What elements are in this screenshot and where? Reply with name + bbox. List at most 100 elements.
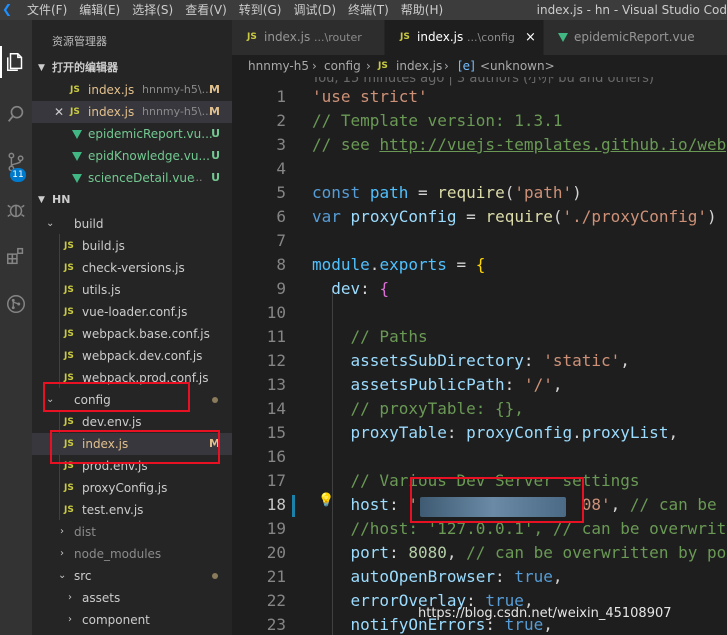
chevron-right-icon: › xyxy=(68,592,72,603)
code-line: // see http://vuejs-templates.github.io/… xyxy=(312,135,727,154)
chevron-right-icon: › xyxy=(366,59,371,73)
code-line: // proxyTable: {}, xyxy=(350,399,524,418)
line-number: 13 xyxy=(266,375,286,394)
menu-debug[interactable]: 调试(D) xyxy=(293,0,336,20)
symbol-icon: [e] xyxy=(458,59,475,73)
code-line: autoOpenBrowser: true, xyxy=(350,567,563,586)
breadcrumb-item[interactable]: config xyxy=(324,55,361,77)
line-number: 19 xyxy=(266,519,286,538)
js-file-icon: JS xyxy=(64,241,74,251)
file-name: build.js xyxy=(82,239,125,253)
menu-help[interactable]: 帮助(H) xyxy=(401,0,443,20)
folder-name: node_modules xyxy=(74,547,162,561)
open-editor-item[interactable]: scienceDetail.vue ... U xyxy=(32,167,232,189)
tree-folder-node-modules[interactable]: › node_modules xyxy=(32,543,232,565)
breadcrumb-item[interactable]: index.js xyxy=(396,55,442,77)
tree-folder-src[interactable]: ⌄ src xyxy=(32,565,232,587)
file-name: webpack.base.conf.js xyxy=(82,327,210,341)
vue-file-icon xyxy=(72,152,82,161)
menu-selection[interactable]: 选择(S) xyxy=(132,0,173,20)
tree-file[interactable]: JS webpack.base.conf.js xyxy=(32,323,232,345)
tab-close-icon[interactable]: × xyxy=(525,20,536,55)
explorer-title: 资源管理器 xyxy=(52,35,107,48)
tab-index-config[interactable]: JS index.js ...\config × xyxy=(385,20,544,55)
tree-file[interactable]: JS utils.js xyxy=(32,279,232,301)
vscode-logo-icon: ❮ xyxy=(1,2,13,16)
tree-folder-component[interactable]: › component xyxy=(32,609,232,631)
tab-epidemic-report[interactable]: epidemicReport.vue xyxy=(544,20,727,55)
explorer-icon[interactable] xyxy=(0,48,32,76)
tree-folder-build[interactable]: ⌄ build xyxy=(32,213,232,235)
tree-file[interactable]: JS proxyConfig.js xyxy=(32,477,232,499)
git-status: M xyxy=(209,105,220,118)
line-number: 16 xyxy=(266,447,286,466)
tree-folder-dist[interactable]: › dist xyxy=(32,521,232,543)
title-bar: ❮ 文件(F) 编辑(E) 选择(S) 查看(V) 转到(G) 调试(D) 终端… xyxy=(0,0,727,20)
tree-file[interactable]: JS test.env.js xyxy=(32,499,232,521)
line-number: 22 xyxy=(266,591,286,610)
open-editor-name: index.js xyxy=(88,105,135,119)
activity-bar: 11 xyxy=(0,20,32,635)
open-editor-desc: hnnmy-h5\... xyxy=(142,83,213,96)
close-icon[interactable]: ✕ xyxy=(54,101,64,123)
git-status: U xyxy=(211,149,220,162)
tree-folder-assets[interactable]: › assets xyxy=(32,587,232,609)
codelens-blame[interactable]: You, 15 minutes ago | 3 authors (小乔 bu a… xyxy=(312,77,654,86)
tree-file[interactable]: JS check-versions.js xyxy=(32,257,232,279)
extensions-icon[interactable] xyxy=(0,242,32,270)
debug-icon[interactable] xyxy=(0,196,32,224)
workspace-header[interactable]: ▼ HN xyxy=(32,190,232,210)
chevron-right-icon: › xyxy=(312,59,317,73)
file-name: check-versions.js xyxy=(82,261,185,275)
tree-file[interactable]: JS webpack.dev.conf.js xyxy=(32,345,232,367)
tree-file[interactable]: JS build.js xyxy=(32,235,232,257)
code-line: // Paths xyxy=(350,327,428,346)
open-editors-header[interactable]: ▼ 打开的编辑器 xyxy=(32,58,232,78)
tree-file[interactable]: JS vue-loader.conf.js xyxy=(32,301,232,323)
git-history-icon[interactable] xyxy=(0,290,32,318)
menu-terminal[interactable]: 终端(T) xyxy=(348,0,389,20)
open-editor-desc: hnnmy-h5\... xyxy=(142,105,213,118)
code-line: port: 8080, // can be overwritten by por… xyxy=(350,543,727,562)
menu-edit[interactable]: 编辑(E) xyxy=(79,0,120,20)
line-number: 21 xyxy=(266,567,286,586)
highlight-index-file xyxy=(50,430,220,464)
line-number: 3 xyxy=(276,135,286,154)
code-line: // Template version: 1.3.1 xyxy=(312,111,563,130)
js-file-icon: JS xyxy=(64,351,74,361)
open-editor-item[interactable]: ✕ JS index.js hnnmy-h5\... M xyxy=(32,101,232,123)
menu-file[interactable]: 文件(F) xyxy=(27,0,67,20)
breadcrumb-item[interactable]: hnnmy-h5 xyxy=(248,55,309,77)
breadcrumb-item[interactable]: <unknown> xyxy=(480,55,555,77)
js-file-icon: JS xyxy=(64,307,74,317)
folder-name: component xyxy=(82,613,150,627)
vue-file-icon xyxy=(72,174,82,183)
modified-dot xyxy=(212,397,218,403)
open-editor-name: index.js xyxy=(88,83,135,97)
breadcrumb: hnnmy-h5 › config › JS index.js › [e] <u… xyxy=(232,55,727,77)
line-number: 17 xyxy=(266,471,286,490)
line-number: 4 xyxy=(276,159,286,178)
open-editors-label: 打开的编辑器 xyxy=(52,61,118,74)
menu-go[interactable]: 转到(G) xyxy=(239,0,282,20)
code-editor[interactable]: You, 15 minutes ago | 3 authors (小乔 bu a… xyxy=(232,77,727,635)
tab-label: index.js xyxy=(264,30,311,44)
tab-desc: ...\config xyxy=(467,31,515,44)
tab-index-router[interactable]: JS index.js ...\router xyxy=(232,20,385,55)
search-icon[interactable] xyxy=(0,100,32,128)
open-editor-item[interactable]: epidemicReport.vu... U xyxy=(32,123,232,145)
git-status: U xyxy=(211,171,220,184)
open-editor-name: epidKnowledge.vu... xyxy=(88,149,210,163)
menu-view[interactable]: 查看(V) xyxy=(185,0,227,20)
file-name: proxyConfig.js xyxy=(82,481,168,495)
js-file-icon: JS xyxy=(64,505,74,515)
folder-name: build xyxy=(74,217,104,231)
js-file-icon: JS xyxy=(64,263,74,273)
open-editor-item[interactable]: epidKnowledge.vu... U xyxy=(32,145,232,167)
chevron-down-icon: ⌄ xyxy=(58,570,67,581)
open-editor-item[interactable]: JS index.js hnnmy-h5\... M xyxy=(32,79,232,101)
git-status: U xyxy=(211,127,220,140)
line-number: 12 xyxy=(266,351,286,370)
code-line: dev: { xyxy=(331,279,390,298)
code-line: var proxyConfig = require('./proxyConfig… xyxy=(312,207,717,226)
